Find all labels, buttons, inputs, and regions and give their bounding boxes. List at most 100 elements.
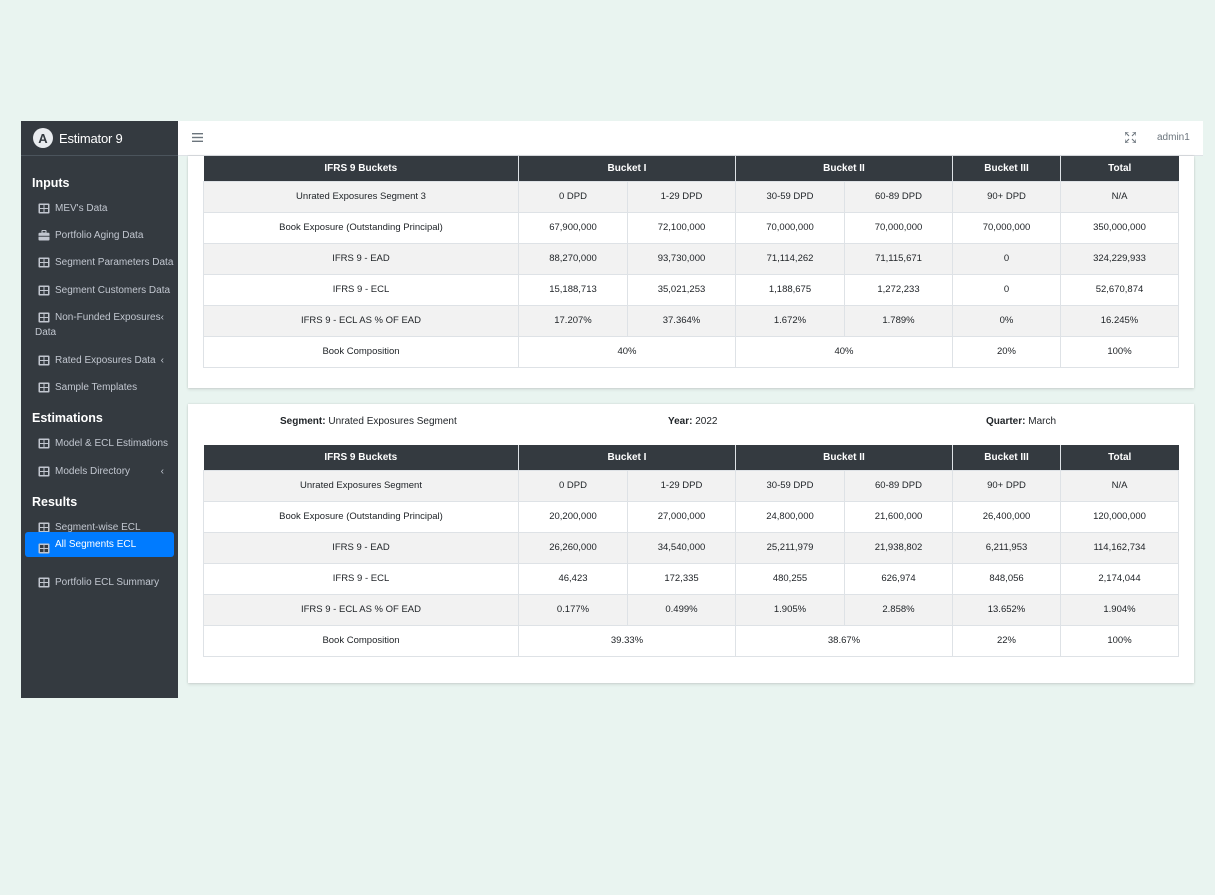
- column-header: Bucket II: [735, 156, 953, 181]
- column-header: Bucket I: [518, 156, 736, 181]
- book-composition-row: Book Composition 40% 40% 20% 100%: [203, 335, 1179, 368]
- sidebar-item-segment-customers-data[interactable]: Segment Customers Data: [21, 285, 178, 297]
- table-cell: 626,974: [844, 562, 953, 595]
- table-cell: Unrated Exposures Segment: [203, 469, 519, 502]
- sidebar-item-label: Sample Templates: [55, 382, 138, 393]
- table-cell: 72,100,000: [627, 211, 736, 244]
- table-cell: 16.245%: [1060, 304, 1179, 337]
- table-cell: 22%: [952, 624, 1061, 657]
- sidebar-item-label: Non-Funded Exposures: [55, 312, 161, 323]
- column-header: Total: [1060, 445, 1179, 470]
- column-header: Bucket I: [518, 445, 736, 470]
- table-cell: 40%: [518, 335, 736, 368]
- table-cell: Book Composition: [203, 335, 519, 368]
- quarter-label: Quarter:: [986, 416, 1026, 427]
- sidebar-item-sample-templates[interactable]: Sample Templates: [21, 382, 178, 394]
- table-row: IFRS 9 - ECL 46,423 172,335 480,255 626,974 8…: [203, 562, 1179, 595]
- table-cell: 21,938,802: [844, 531, 953, 564]
- table-cell: 46,423: [518, 562, 628, 595]
- table-cell: 172,335: [627, 562, 736, 595]
- table-cell: 100%: [1060, 335, 1179, 368]
- table-cell: 60-89 DPD: [844, 469, 953, 502]
- sidebar-item-mev-s-data[interactable]: MEV's Data: [21, 203, 178, 215]
- table-cell: 120,000,000: [1060, 500, 1179, 533]
- table-cell: 35,021,253: [627, 273, 736, 306]
- table-cell: 90+ DPD: [952, 469, 1061, 502]
- quarter-value: March: [1028, 416, 1057, 427]
- table-cell: 30-59 DPD: [735, 469, 845, 502]
- sidebar-item-segment-parameters-data[interactable]: Segment Parameters Data: [21, 257, 178, 269]
- table-icon: [38, 438, 50, 449]
- table-icon: [38, 355, 50, 366]
- sidebar-item-portfolio-aging-data[interactable]: Portfolio Aging Data: [21, 229, 178, 242]
- table-cell: Book Exposure (Outstanding Principal): [203, 211, 519, 244]
- table-icon: [38, 539, 50, 554]
- user-menu[interactable]: admin1: [1157, 132, 1190, 143]
- column-header: IFRS 9 Buckets: [203, 445, 519, 470]
- table-cell: 39.33%: [518, 624, 736, 657]
- table-icon: [38, 466, 50, 477]
- sidebar-item-portfolio-ecl-summary[interactable]: Portfolio ECL Summary: [21, 577, 178, 589]
- table-cell: 90+ DPD: [952, 180, 1061, 213]
- table-cell: Unrated Exposures Segment 3: [203, 180, 519, 213]
- column-header: Bucket II: [735, 445, 953, 470]
- table-cell: 71,114,262: [735, 242, 845, 275]
- table-cell: 350,000,000: [1060, 211, 1179, 244]
- table-cell: 30-59 DPD: [735, 180, 845, 213]
- table-cell: 1.789%: [844, 304, 953, 337]
- table-icon: [38, 285, 50, 296]
- table-cell: 60-89 DPD: [844, 180, 953, 213]
- table-cell: 100%: [1060, 624, 1179, 657]
- sidebar-item-models-directory[interactable]: Models Directory ‹: [21, 466, 178, 478]
- table-cell: 40%: [735, 335, 953, 368]
- table-cell: 1.905%: [735, 593, 845, 626]
- table-cell: 38.67%: [735, 624, 953, 657]
- table-cell: 93,730,000: [627, 242, 736, 275]
- table-icon: [38, 203, 50, 214]
- sidebar-item-rated-exposures-data[interactable]: Rated Exposures Data ‹: [21, 355, 178, 367]
- sidebar-item-model-ecl-estimations[interactable]: Model & ECL Estimations: [21, 438, 178, 450]
- table-cell: 324,229,933: [1060, 242, 1179, 275]
- table-cell: 21,600,000: [844, 500, 953, 533]
- table-cell: IFRS 9 - EAD: [203, 242, 519, 275]
- table-cell: 52,670,874: [1060, 273, 1179, 306]
- quarter-info: Quarter: March: [986, 416, 1056, 427]
- table-cell: 20%: [952, 335, 1061, 368]
- table-cell: 1,272,233: [844, 273, 953, 306]
- table-cell: 25,211,979: [735, 531, 845, 564]
- table-cell: 2,174,044: [1060, 562, 1179, 595]
- column-header: Total: [1060, 156, 1179, 181]
- table-icon: [38, 257, 50, 268]
- app-window: A Estimator 9 Inputs MEV's Data Portfolio …: [21, 121, 1203, 698]
- segment-value: Unrated Exposures Segment: [328, 416, 457, 427]
- table-icon: [38, 382, 50, 393]
- table-row: IFRS 9 - EAD 88,270,000 93,730,000 71,114,2…: [203, 242, 1179, 275]
- table-cell: IFRS 9 - ECL AS % OF EAD: [203, 304, 519, 337]
- table-cell: IFRS 9 - EAD: [203, 531, 519, 564]
- segment-card-1: IFRS 9 Buckets Bucket I Bucket II Bucket II…: [188, 156, 1194, 388]
- year-label: Year:: [668, 416, 693, 427]
- sidebar-item-label: Segment Customers Data: [55, 285, 171, 296]
- book-composition-row: Book Composition 39.33% 38.67% 22% 100%: [203, 624, 1179, 657]
- table-icon: [38, 312, 50, 323]
- sidebar-item-non-funded-exposures[interactable]: Non-Funded Exposures Data ‹: [21, 312, 178, 339]
- table-cell: 17.207%: [518, 304, 628, 337]
- table-cell: N/A: [1060, 180, 1179, 213]
- table-row: Book Exposure (Outstanding Principal) 67,…: [203, 211, 1179, 244]
- fullscreen-icon[interactable]: [1125, 132, 1136, 143]
- ecl-table-segment: IFRS 9 Buckets Bucket I Bucket II Bucket II…: [203, 445, 1179, 657]
- table-row: Unrated Exposures Segment 30 DPD 1-29 DPD…: [203, 180, 1179, 213]
- table-cell: 1-29 DPD: [627, 180, 736, 213]
- table-cell: 27,000,000: [627, 500, 736, 533]
- chevron-left-icon: ‹: [160, 312, 164, 323]
- table-cell: 114,162,734: [1060, 531, 1179, 564]
- table-cell: 1-29 DPD: [627, 469, 736, 502]
- table-icon: [38, 577, 50, 588]
- table-cell: 0 DPD: [518, 180, 628, 213]
- sidebar-item-all-segments-ecl[interactable]: All Segments ECL: [25, 532, 174, 557]
- table-cell: 0: [952, 273, 1061, 306]
- hamburger-menu-icon[interactable]: [192, 132, 203, 143]
- table-cell: 848,056: [952, 562, 1061, 595]
- table-cell: Book Exposure (Outstanding Principal): [203, 500, 519, 533]
- brand-link[interactable]: A Estimator 9: [21, 121, 178, 156]
